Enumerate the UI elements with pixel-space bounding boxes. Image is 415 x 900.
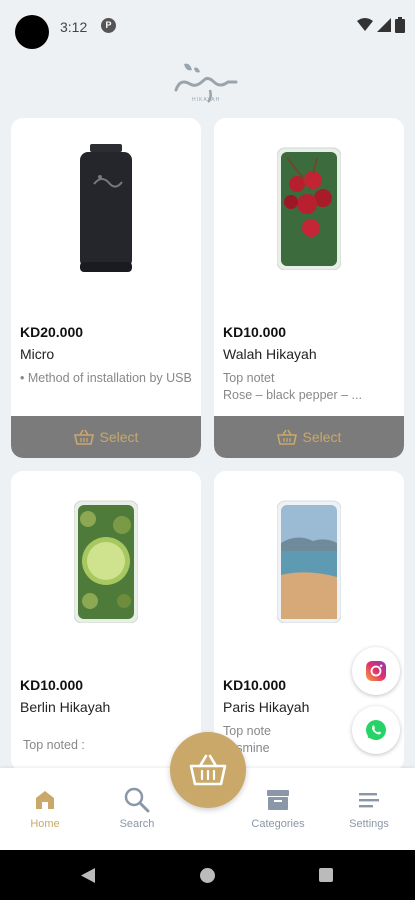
product-description: • Method of installation by USB — [20, 371, 192, 385]
product-price: KD10.000 — [223, 324, 287, 340]
product-price: KD20.000 — [20, 324, 84, 340]
nav-settings[interactable]: Settings — [329, 782, 409, 830]
product-card-micro[interactable]: KD20.000 Micro • Method of installation … — [11, 118, 201, 458]
product-name: Walah Hikayah — [223, 346, 317, 362]
home-circle-icon[interactable] — [199, 867, 216, 884]
system-navigation-bar — [0, 850, 415, 900]
signal-icon — [377, 18, 391, 32]
select-button[interactable]: Select — [11, 416, 201, 458]
product-card-berlin-hikayah[interactable]: KD10.000 Berlin Hikayah Top noted : — [11, 471, 201, 771]
basket-icon — [276, 429, 297, 445]
whatsapp-icon — [366, 720, 386, 740]
search-icon — [124, 787, 150, 813]
status-bar: 3:12 P — [0, 0, 415, 56]
recents-icon[interactable] — [318, 867, 334, 883]
product-card-walah-hikayah[interactable]: KD10.000 Walah Hikayah Top notet Rose – … — [214, 118, 404, 458]
nav-categories[interactable]: Categories — [238, 782, 318, 830]
instagram-icon — [366, 661, 386, 681]
product-name: Berlin Hikayah — [20, 699, 111, 715]
instagram-button[interactable] — [352, 647, 400, 695]
product-price: KD10.000 — [20, 677, 84, 693]
notification-app-icon: P — [101, 18, 116, 33]
select-label: Select — [99, 429, 139, 445]
select-button[interactable]: Select — [214, 416, 404, 458]
brand-logo: HIKAYAH — [170, 58, 245, 104]
nav-label: Settings — [349, 818, 389, 830]
categories-icon — [267, 790, 289, 810]
nav-label: Search — [119, 818, 155, 830]
settings-icon — [359, 793, 379, 808]
product-name: Paris Hikayah — [223, 699, 310, 715]
nav-label: Home — [30, 818, 60, 830]
product-description: Top notet Rose – black pepper – ... — [223, 371, 362, 402]
basket-icon — [73, 429, 94, 445]
whatsapp-button[interactable] — [352, 706, 400, 754]
back-icon[interactable] — [80, 867, 96, 884]
status-time: 3:12 — [60, 19, 88, 35]
nav-home[interactable]: Home — [5, 782, 85, 830]
nav-search[interactable]: Search — [97, 782, 177, 830]
wifi-icon — [357, 18, 373, 31]
battery-icon — [395, 17, 405, 33]
camera-cutout — [15, 15, 49, 49]
cart-button[interactable] — [170, 732, 246, 808]
svg-text:HIKAYAH: HIKAYAH — [192, 97, 220, 103]
product-name: Micro — [20, 346, 55, 362]
nav-label: Categories — [251, 818, 305, 830]
status-icons — [357, 17, 405, 33]
home-icon — [36, 791, 54, 809]
basket-icon — [189, 754, 227, 786]
select-label: Select — [302, 429, 342, 445]
product-price: KD10.000 — [223, 677, 287, 693]
